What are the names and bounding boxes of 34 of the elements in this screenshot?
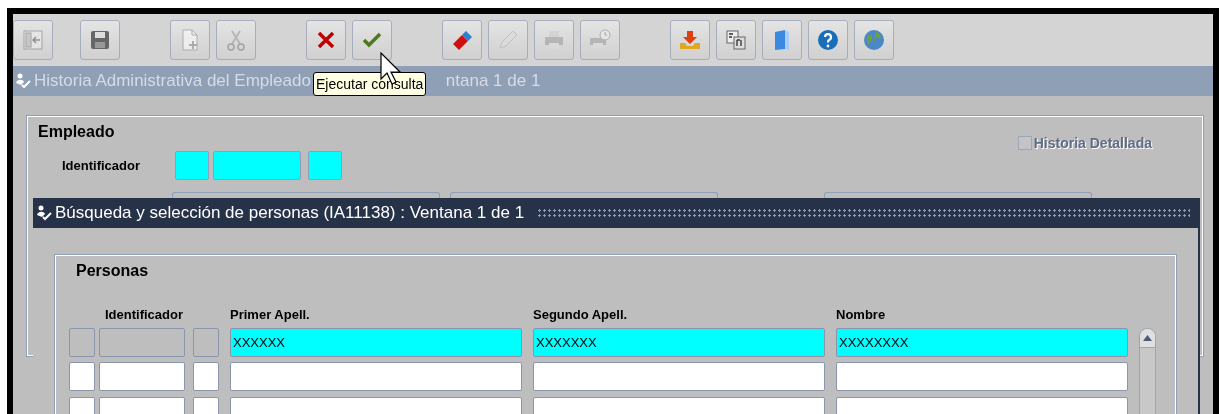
toolbar-button[interactable] xyxy=(762,20,802,60)
toolbar-button[interactable] xyxy=(306,20,346,60)
caret-up-icon xyxy=(1143,335,1152,341)
toolbar-button[interactable] xyxy=(442,20,482,60)
toolbar-button[interactable] xyxy=(854,20,894,60)
download-tray-icon xyxy=(678,28,702,52)
field-label: Identificador xyxy=(62,158,141,173)
scroll-up-button[interactable] xyxy=(1140,329,1155,348)
column-header: Segundo Apell. xyxy=(533,307,629,324)
column-header: Nombre xyxy=(836,307,887,324)
pencil-icon xyxy=(496,28,520,52)
window-title: Historia Administrativa del Empleado xyxy=(34,71,311,91)
person-check-icon xyxy=(36,205,52,221)
input-field[interactable]: XXXXXX xyxy=(230,328,522,357)
column-header: Primer Apell. xyxy=(230,307,311,324)
tooltip: Ejecutar consulta xyxy=(313,72,427,96)
scrollbar[interactable] xyxy=(1139,328,1156,414)
toolbar-button[interactable] xyxy=(808,20,848,60)
toolbar-button[interactable] xyxy=(670,20,710,60)
section-heading: Empleado xyxy=(38,123,115,141)
input-field[interactable]: XXXXXXXX xyxy=(836,328,1128,357)
globe-icon xyxy=(862,28,886,52)
window-title: ntana 1 de 1 xyxy=(445,71,541,91)
dialog-title: Búsqueda y selección de personas (IA11138) : Ventana 1 de 1 xyxy=(55,203,525,223)
section-heading: Personas xyxy=(76,262,150,280)
column-header: Identificador xyxy=(104,307,184,324)
scissors-icon xyxy=(224,28,248,52)
help-icon xyxy=(816,28,840,52)
toolbar-button[interactable] xyxy=(80,20,120,60)
toolbar-button[interactable] xyxy=(716,20,756,60)
toolbar-button[interactable] xyxy=(352,20,392,60)
person-check-icon xyxy=(15,73,31,89)
documents-icon xyxy=(724,28,748,52)
input-field[interactable]: XXXXXXX xyxy=(533,328,825,357)
